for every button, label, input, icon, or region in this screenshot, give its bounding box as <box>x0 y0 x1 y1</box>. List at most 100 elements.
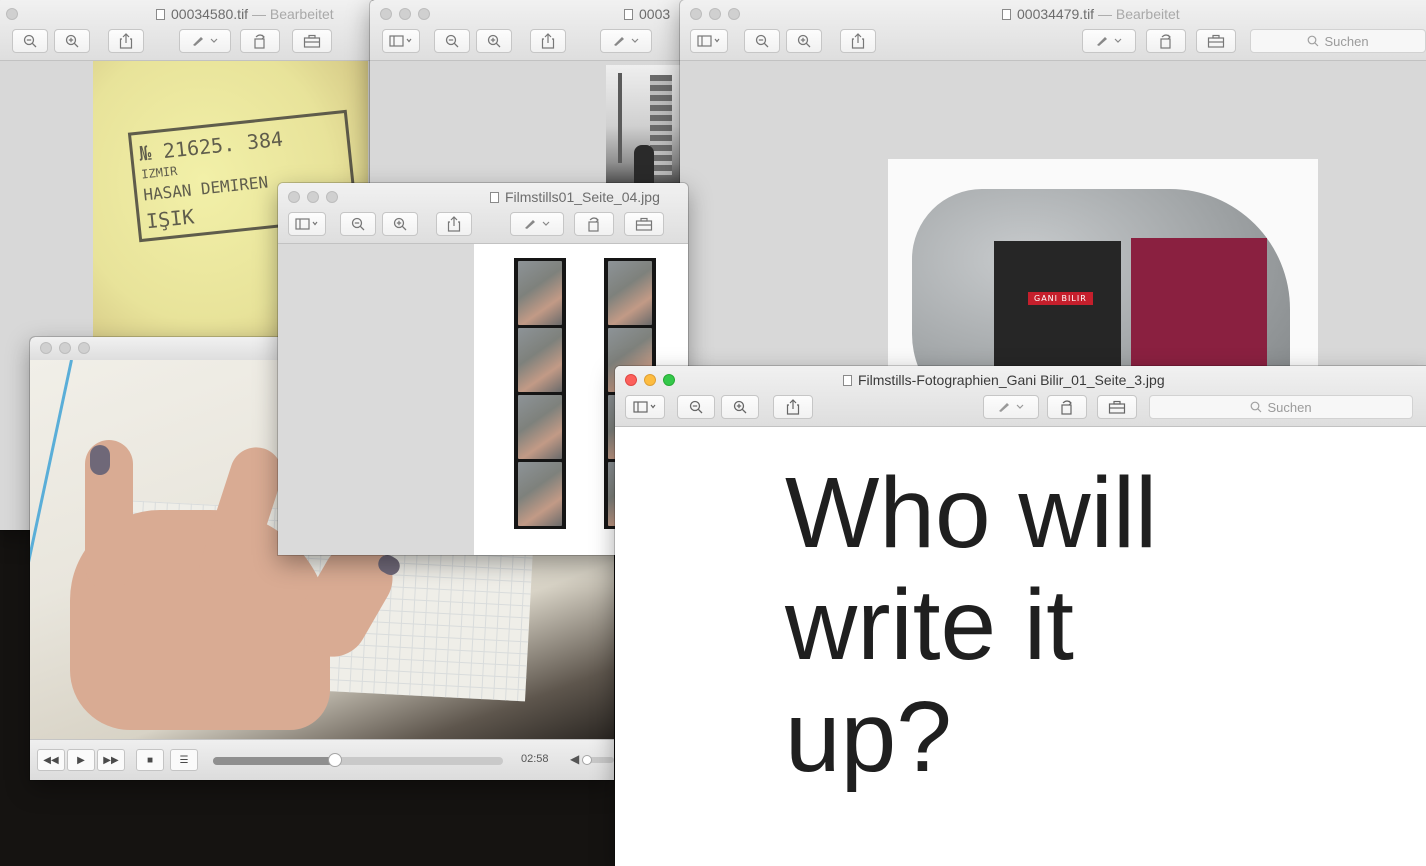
title-status: Bearbeitet <box>1115 6 1180 22</box>
minimize-button[interactable] <box>59 342 71 354</box>
factory-photo <box>606 65 690 187</box>
sidebar-icon <box>389 35 412 47</box>
sidebar-icon <box>697 35 720 47</box>
rotate-button[interactable] <box>1146 29 1186 53</box>
markup-button[interactable] <box>179 29 231 53</box>
preview-window-front: Filmstills-Fotographien_Gani Bilir_01_Se… <box>615 366 1426 866</box>
minimize-button[interactable] <box>307 191 319 203</box>
zoom-out-button[interactable] <box>744 29 780 53</box>
toolbox-button[interactable] <box>1097 395 1137 419</box>
page-text: Who will write it up? <box>785 457 1157 793</box>
search-field[interactable]: Suchen <box>1149 395 1413 419</box>
document-icon <box>843 375 852 386</box>
minimize-button[interactable] <box>399 8 411 20</box>
sidebar-button[interactable] <box>288 212 326 236</box>
title-filename: 0003 <box>639 6 671 22</box>
document-icon <box>624 9 633 20</box>
window-controls <box>380 8 430 20</box>
zoom-button[interactable] <box>663 374 675 386</box>
close-button[interactable] <box>690 8 702 20</box>
markup-icon <box>999 403 1024 412</box>
close-button[interactable] <box>6 8 18 20</box>
share-button[interactable] <box>840 29 876 53</box>
sidebar-button[interactable] <box>690 29 728 53</box>
stop-button[interactable]: ■ <box>136 749 164 771</box>
zoom-button[interactable] <box>326 191 338 203</box>
document-view: Who will write it up? <box>615 427 1426 866</box>
share-button[interactable] <box>773 395 813 419</box>
progress-knob[interactable] <box>327 753 342 767</box>
zoom-in-button[interactable] <box>54 29 90 53</box>
share-button[interactable] <box>530 29 566 53</box>
rewind-button[interactable]: ◀◀ <box>37 749 65 771</box>
stop-icon: ■ <box>146 754 154 766</box>
window-title: 00034479.tif — Bearbeitet <box>1002 6 1180 22</box>
film-frame <box>518 462 562 526</box>
toolbox-button[interactable] <box>1196 29 1236 53</box>
chapters-button[interactable]: ☰ <box>170 749 198 771</box>
zoom-in-button[interactable] <box>786 29 822 53</box>
search-icon <box>1251 401 1262 413</box>
zoom-out-icon <box>755 34 769 48</box>
photo-person <box>634 145 654 185</box>
toolbox-button[interactable] <box>292 29 332 53</box>
rotate-button[interactable] <box>240 29 280 53</box>
fast-forward-icon: ▶▶ <box>103 754 119 766</box>
film-frame <box>518 261 562 325</box>
window-toolbar: Filmstills01_Seite_04.jpg <box>278 183 688 244</box>
share-button[interactable] <box>108 29 144 53</box>
sidebar-icon <box>295 218 318 230</box>
document-icon <box>156 9 165 20</box>
window-controls <box>625 374 675 386</box>
sidebar-button[interactable] <box>625 395 665 419</box>
rotate-button[interactable] <box>1047 395 1087 419</box>
markup-button[interactable] <box>600 29 652 53</box>
share-icon <box>786 399 800 415</box>
zoom-out-button[interactable] <box>677 395 715 419</box>
toolbox-icon <box>1207 34 1225 48</box>
zoom-out-button[interactable] <box>12 29 48 53</box>
zoom-in-button[interactable] <box>721 395 759 419</box>
zoom-button[interactable] <box>728 8 740 20</box>
minimize-button[interactable] <box>709 8 721 20</box>
volume-slider[interactable] <box>582 755 614 765</box>
markup-button[interactable] <box>1082 29 1136 53</box>
zoom-in-button[interactable] <box>382 212 418 236</box>
scanned-photo: GANI BILIR <box>888 159 1318 380</box>
zoom-in-button[interactable] <box>476 29 512 53</box>
text-line: up? <box>785 681 952 793</box>
playback-time: 02:58 <box>521 753 549 765</box>
zoom-out-button[interactable] <box>340 212 376 236</box>
window-toolbar: 0003 <box>370 0 690 61</box>
close-button[interactable] <box>40 342 52 354</box>
play-button[interactable]: ▶ <box>67 749 95 771</box>
zoom-out-button[interactable] <box>434 29 470 53</box>
markup-button[interactable] <box>510 212 564 236</box>
minimize-button[interactable] <box>644 374 656 386</box>
close-button[interactable] <box>288 191 300 203</box>
window-title: 0003 <box>624 6 670 22</box>
volume-icon: ◀ <box>570 752 580 766</box>
title-filename: 00034580.tif <box>171 6 249 22</box>
volume-knob[interactable] <box>582 755 592 765</box>
close-button[interactable] <box>625 374 637 386</box>
markup-icon <box>525 220 550 229</box>
rotate-button[interactable] <box>574 212 614 236</box>
title-filename: Filmstills-Fotographien_Gani Bilir_01_Se… <box>858 372 1165 388</box>
share-button[interactable] <box>436 212 472 236</box>
zoom-button[interactable] <box>418 8 430 20</box>
progress-slider[interactable] <box>213 753 503 767</box>
toolbox-button[interactable] <box>624 212 664 236</box>
sidebar-button[interactable] <box>382 29 420 53</box>
title-filename: 00034479.tif <box>1017 6 1095 22</box>
teal-line <box>30 360 73 615</box>
search-field[interactable]: Suchen <box>1250 29 1426 53</box>
close-button[interactable] <box>380 8 392 20</box>
zoom-button[interactable] <box>78 342 90 354</box>
markup-button[interactable] <box>983 395 1039 419</box>
window-title: Filmstills-Fotographien_Gani Bilir_01_Se… <box>843 372 1165 388</box>
zoom-in-icon <box>797 34 811 48</box>
fast-forward-button[interactable]: ▶▶ <box>97 749 125 771</box>
film-strip <box>514 258 566 529</box>
zoom-out-icon <box>23 34 37 48</box>
